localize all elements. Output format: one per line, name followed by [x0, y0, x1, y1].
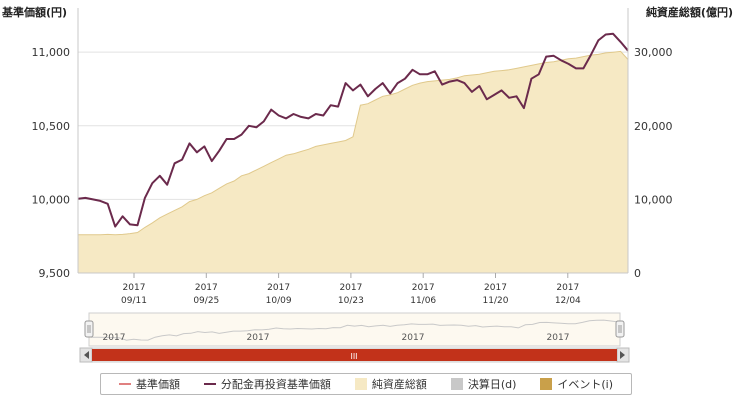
legend-label: 純資産総額	[371, 378, 427, 391]
y-right-tick-label: 30,000	[634, 46, 673, 59]
net-assets-area[interactable]	[78, 51, 628, 274]
legend-item[interactable]: イベント(i)	[540, 376, 613, 392]
x-tick-date: 12/04	[555, 296, 581, 306]
x-tick-year: 2017	[339, 283, 362, 293]
x-tick-year: 2017	[412, 283, 435, 293]
y-left-tick-label: 11,000	[32, 46, 71, 59]
navigator-panel[interactable]	[88, 312, 621, 347]
x-tick-date: 10/23	[338, 296, 364, 306]
legend-label: 基準価額	[135, 378, 180, 391]
y-left-tick-label: 10,500	[32, 120, 71, 133]
y-right-tick-label: 0	[634, 267, 641, 280]
legend-item[interactable]: 基準価額	[118, 376, 180, 392]
x-tick-year: 2017	[484, 283, 507, 293]
navigator-year-label: 2017	[547, 333, 570, 343]
x-tick-date: 10/09	[266, 296, 292, 306]
legend-label: 分配金再投資基準価額	[220, 378, 331, 391]
legend-box-swatch	[450, 378, 463, 390]
legend-line-swatch	[203, 383, 216, 385]
legend: 基準価額 分配金再投資基準価額 純資産総額 決算日(d) イベント(i)	[100, 373, 632, 395]
x-tick-date: 09/11	[121, 296, 147, 306]
y-left-tick-label: 10,000	[32, 193, 71, 206]
legend-label: 決算日(d)	[467, 378, 517, 391]
navigator-year-label: 2017	[247, 333, 270, 343]
legend-item[interactable]: 決算日(d)	[450, 376, 517, 392]
navigator-handle-right[interactable]	[615, 320, 625, 338]
x-tick-year: 2017	[267, 283, 290, 293]
navigator-year-label: 2017	[402, 333, 425, 343]
navigator-handle-left[interactable]	[84, 320, 94, 338]
x-tick-date: 09/25	[193, 296, 219, 306]
x-tick-year: 2017	[556, 283, 579, 293]
y-right-tick-label: 10,000	[634, 193, 673, 206]
legend-item[interactable]: 分配金再投資基準価額	[203, 376, 331, 392]
navigator-year-label: 2017	[103, 333, 126, 343]
y-left-tick-label: 9,500	[39, 267, 71, 280]
legend-box-swatch	[354, 378, 367, 390]
x-tick-year: 2017	[123, 283, 146, 293]
legend-item[interactable]: 純資産総額	[354, 376, 427, 392]
x-tick-date: 11/06	[410, 296, 436, 306]
legend-label: イベント(i)	[557, 378, 613, 391]
legend-box-swatch	[540, 378, 553, 390]
x-tick-year: 2017	[195, 283, 218, 293]
scrollbar-grip-label: III	[350, 352, 357, 361]
x-tick-date: 11/20	[483, 296, 509, 306]
chart-canvas[interactable]: 9,500 10,000 10,500 11,000 0 10,000 20,000 30,0…	[0, 0, 735, 370]
legend-line-swatch	[118, 383, 131, 385]
y-right-tick-label: 20,000	[634, 120, 673, 133]
